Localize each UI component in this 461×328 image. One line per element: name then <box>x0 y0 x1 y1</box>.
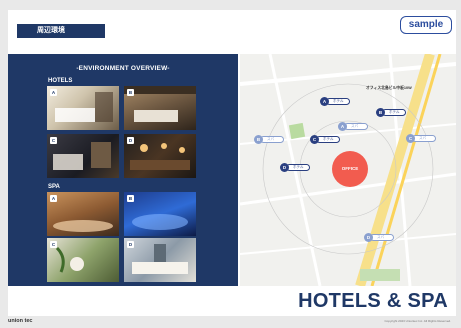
sample-badge: sample <box>400 16 452 34</box>
map-pin-spa-a[interactable]: A スパ <box>338 122 368 131</box>
copyright-text: Copyright 2023 Uniontec Inc. All Rights … <box>384 319 451 323</box>
spa-label: SPA <box>48 184 60 190</box>
badge: A <box>50 195 57 202</box>
spa-photo-a: A <box>47 192 119 236</box>
pin-letter: B <box>376 108 385 117</box>
slide: 周辺環境 sample -ENVIRONMENT OVERVIEW- HOTEL… <box>8 10 456 316</box>
hotel-photo-c: C <box>47 134 119 178</box>
pin-text: スパ <box>260 136 284 143</box>
badge: B <box>127 89 134 96</box>
area-map[interactable]: OFFICE オフィス北島ビル中板10W A ホテル B ホテル A スパ C … <box>240 54 456 286</box>
map-pin-spa-b[interactable]: B スパ <box>254 135 284 144</box>
badge: B <box>127 195 134 202</box>
map-pin-hotel-a[interactable]: A ホテル <box>320 97 350 106</box>
building-label: オフィス北島ビル中板10W <box>366 86 412 90</box>
pin-letter: A <box>338 122 347 131</box>
pin-text: ホテル <box>316 136 340 143</box>
badge: D <box>127 241 134 248</box>
pin-text: スパ <box>412 135 436 142</box>
hotel-photo-b: B <box>124 86 196 130</box>
pin-letter: D <box>364 233 373 242</box>
badge: D <box>127 137 134 144</box>
pin-text: ホテル <box>326 98 350 105</box>
map-pin-hotel-c[interactable]: C ホテル <box>310 135 340 144</box>
pin-text: ホテル <box>382 109 406 116</box>
badge: C <box>50 137 57 144</box>
hotel-photo-a: A <box>47 86 119 130</box>
spa-photo-c: C <box>47 238 119 282</box>
map-pin-spa-d[interactable]: D スパ <box>364 233 394 242</box>
pin-letter: A <box>320 97 329 106</box>
pin-letter: B <box>254 135 263 144</box>
badge: A <box>50 89 57 96</box>
section-tag: 周辺環境 <box>17 24 105 38</box>
spa-photo-b: B <box>124 192 196 236</box>
map-pin-hotel-d[interactable]: D ホテル <box>280 163 310 172</box>
map-pin-spa-c[interactable]: C スパ <box>406 134 436 143</box>
pin-text: ホテル <box>286 164 310 171</box>
pin-text: スパ <box>344 123 368 130</box>
map-pin-hotel-b[interactable]: B ホテル <box>376 108 406 117</box>
overview-title: -ENVIRONMENT OVERVIEW- <box>76 65 170 72</box>
hotels-label: HOTELS <box>48 78 73 84</box>
spa-photo-d: D <box>124 238 196 282</box>
pin-letter: C <box>406 134 415 143</box>
main-title: HOTELS & SPA <box>298 290 448 312</box>
badge: C <box>50 241 57 248</box>
pin-text: スパ <box>370 234 394 241</box>
pin-letter: D <box>280 163 289 172</box>
hotel-photo-d: D <box>124 134 196 178</box>
overview-panel: -ENVIRONMENT OVERVIEW- HOTELS A B C D SP… <box>8 54 238 286</box>
company-logo: union tec <box>8 318 33 324</box>
office-marker[interactable]: OFFICE <box>332 151 368 187</box>
pin-letter: C <box>310 135 319 144</box>
